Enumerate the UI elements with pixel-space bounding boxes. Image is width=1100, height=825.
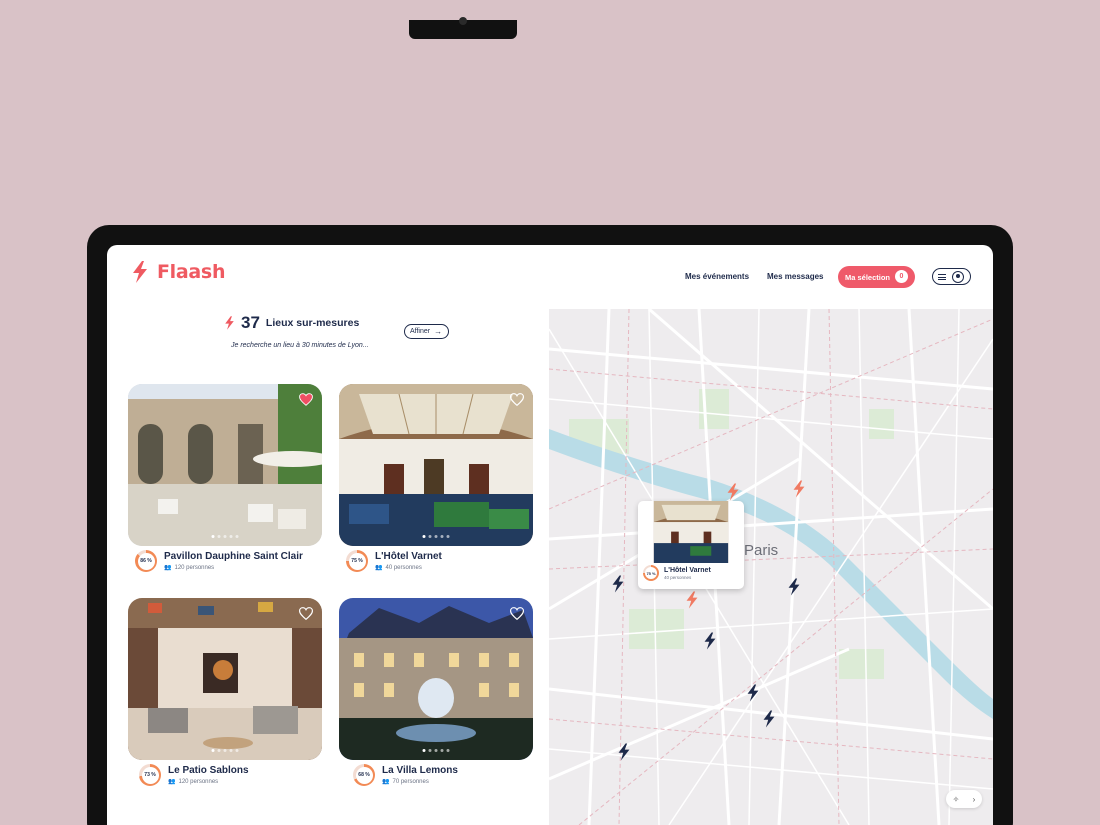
match-score: 86 % bbox=[137, 552, 155, 570]
venue-pin-icon[interactable] bbox=[746, 683, 760, 703]
venue-card[interactable]: 86 % Pavillon Dauphine Saint Clair 👥 120 … bbox=[128, 384, 322, 572]
venue-photo[interactable] bbox=[339, 384, 533, 546]
venue-card[interactable]: 75 % L'Hôtel Varnet 👥 40 personnes bbox=[339, 384, 533, 572]
map-city-label: Paris bbox=[744, 542, 779, 559]
favorite-heart-icon[interactable] bbox=[510, 607, 524, 620]
venue-pin-icon[interactable] bbox=[787, 577, 801, 597]
refine-button[interactable]: Affiner → bbox=[404, 324, 449, 339]
venue-pin-icon[interactable] bbox=[703, 631, 717, 651]
venue-name[interactable]: Le Patio Sablons bbox=[168, 765, 249, 776]
user-avatar-icon bbox=[952, 270, 964, 283]
match-score: 68 % bbox=[355, 766, 373, 784]
venue-pin-icon[interactable] bbox=[611, 574, 625, 594]
popup-venue-name: L'Hôtel Varnet bbox=[664, 566, 711, 574]
match-score-gauge: 73 % bbox=[139, 764, 161, 786]
venue-capacity: 70 personnes bbox=[392, 778, 429, 785]
venue-name[interactable]: L'Hôtel Varnet bbox=[375, 551, 442, 562]
bolt-logo-icon bbox=[133, 261, 147, 283]
venue-pin-highlight-icon[interactable] bbox=[726, 483, 740, 501]
venue-capacity: 120 personnes bbox=[178, 778, 219, 785]
venue-pin-highlight-icon[interactable] bbox=[685, 590, 699, 610]
match-score: 73 % bbox=[141, 766, 159, 784]
venue-pin-icon[interactable] bbox=[762, 709, 776, 729]
venue-capacity: 120 personnes bbox=[174, 564, 215, 571]
venues-map[interactable]: Paris 75 % L'Hôtel Varnet 40 personnes ✧… bbox=[549, 309, 993, 825]
venue-photo[interactable] bbox=[339, 598, 533, 760]
photo-carousel-dots[interactable] bbox=[422, 749, 450, 752]
people-icon: 👥 bbox=[375, 565, 383, 571]
match-score-gauge: 68 % bbox=[353, 764, 375, 786]
brand-name: Flaash bbox=[157, 261, 226, 283]
search-query-text: Je recherche un lieu à 30 minutes de Lyo… bbox=[231, 342, 369, 349]
results-summary: 37 Lieux sur-mesures bbox=[224, 313, 359, 333]
nav-my-events[interactable]: Mes événements bbox=[685, 272, 749, 281]
bolt-icon bbox=[225, 316, 234, 330]
favorite-heart-icon[interactable] bbox=[299, 607, 313, 620]
selection-count-badge: 0 bbox=[895, 270, 908, 283]
venue-pin-highlight-icon[interactable] bbox=[792, 479, 806, 499]
popup-score: 75 % bbox=[645, 567, 657, 579]
arrow-right-icon: → bbox=[434, 327, 443, 336]
results-count: 37 bbox=[241, 313, 260, 332]
photo-carousel-dots[interactable] bbox=[422, 535, 450, 538]
photo-carousel-dots[interactable] bbox=[211, 749, 239, 752]
results-label: Lieux sur-mesures bbox=[265, 317, 360, 329]
photo-carousel-dots[interactable] bbox=[211, 535, 239, 538]
match-score: 75 % bbox=[348, 552, 366, 570]
screen-holder: Flaash Mes événements Mes messages Ma sé… bbox=[87, 225, 1013, 825]
venue-name[interactable]: La Villa Lemons bbox=[382, 765, 458, 776]
venue-pin-icon[interactable] bbox=[617, 742, 631, 762]
map-venue-popup[interactable]: 75 % L'Hôtel Varnet 40 personnes bbox=[638, 501, 744, 589]
favorite-heart-icon[interactable] bbox=[299, 393, 313, 406]
venue-capacity: 40 personnes bbox=[385, 564, 422, 571]
match-score-gauge: 75 % bbox=[346, 550, 368, 572]
hamburger-icon bbox=[938, 273, 946, 280]
refine-label: Affiner bbox=[410, 328, 431, 335]
venue-card[interactable]: 68 % La Villa Lemons 👥 70 personnes bbox=[339, 598, 533, 786]
nav-my-messages[interactable]: Mes messages bbox=[767, 272, 823, 281]
favorite-heart-icon[interactable] bbox=[510, 393, 524, 406]
map-controls[interactable]: ✧ › bbox=[946, 790, 982, 808]
venue-card[interactable]: 73 % Le Patio Sablons 👥 120 personnes bbox=[128, 598, 322, 786]
popup-venue-photo[interactable] bbox=[638, 501, 744, 563]
webcam bbox=[459, 17, 467, 25]
people-icon: 👥 bbox=[382, 779, 390, 785]
match-score-gauge: 86 % bbox=[135, 550, 157, 572]
venue-photo[interactable] bbox=[128, 384, 322, 546]
venue-photo[interactable] bbox=[128, 598, 322, 760]
venue-name[interactable]: Pavillon Dauphine Saint Clair bbox=[164, 551, 303, 562]
account-menu-button[interactable] bbox=[932, 268, 971, 285]
sparkle-icon[interactable]: ✧ bbox=[953, 795, 960, 804]
chevron-right-icon[interactable]: › bbox=[973, 795, 976, 804]
popup-score-gauge: 75 % bbox=[643, 565, 659, 581]
brand-logo[interactable]: Flaash bbox=[131, 261, 225, 283]
people-icon: 👥 bbox=[164, 565, 172, 571]
people-icon: 👥 bbox=[168, 779, 176, 785]
popup-venue-capacity: 40 personnes bbox=[664, 574, 692, 580]
app-screen: Flaash Mes événements Mes messages Ma sé… bbox=[107, 245, 993, 825]
my-selection-label: Ma sélection bbox=[845, 272, 891, 282]
my-selection-button[interactable]: Ma sélection 0 bbox=[838, 266, 915, 288]
map-streets bbox=[549, 309, 993, 825]
